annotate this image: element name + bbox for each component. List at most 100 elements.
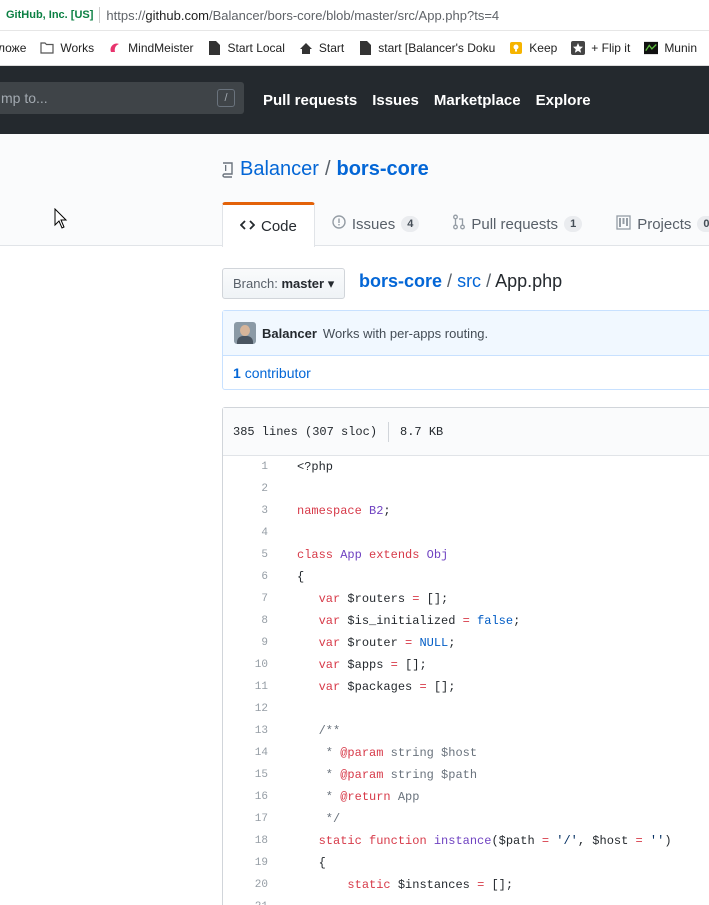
code-line: 4	[223, 522, 709, 544]
nav-marketplace[interactable]: Marketplace	[434, 92, 521, 109]
code-line: 18 static function instance($path = '/',…	[223, 830, 709, 852]
pull-requests-count: 1	[564, 216, 583, 232]
nav-explore[interactable]: Explore	[536, 92, 591, 109]
code-line: 7 var $routers = [];	[223, 588, 709, 610]
bookmark-item[interactable]: Start	[299, 41, 344, 55]
address-bar[interactable]: GitHub, Inc. [US] https://github.com/Bal…	[0, 0, 709, 31]
code-line: 14 * @param string $host	[223, 742, 709, 764]
caret-down-icon: ▾	[327, 276, 335, 291]
url-text[interactable]: https://github.com/Balancer/bors-core/bl…	[106, 8, 499, 23]
code-line: 21	[223, 896, 709, 905]
bookmark-label: Keep	[529, 41, 558, 55]
line-number[interactable]: 18	[223, 835, 268, 847]
munin-icon	[644, 41, 659, 55]
code-line: 13 /**	[223, 720, 709, 742]
branch-name: master	[281, 276, 325, 291]
code-listing[interactable]: 1 <?php 2 3 namespace B2; 4 5 class App ext…	[223, 456, 709, 905]
nav-pull-requests[interactable]: Pull requests	[263, 92, 357, 109]
line-number[interactable]: 10	[223, 659, 268, 671]
bookmark-item[interactable]: start [Balancer's Doku	[358, 41, 495, 55]
line-number[interactable]: 9	[223, 637, 268, 649]
avatar[interactable]	[234, 322, 256, 344]
line-number[interactable]: 4	[223, 527, 268, 539]
code-line: 8 var $is_initialized = false;	[223, 610, 709, 632]
line-number[interactable]: 12	[223, 703, 268, 715]
code-line: 9 var $router = NULL;	[223, 632, 709, 654]
tab-pull-requests[interactable]: Pull requests 1	[436, 202, 599, 246]
line-number[interactable]: 21	[223, 901, 268, 905]
bookmark-item[interactable]: Works	[40, 41, 94, 55]
repo-header: Balancer / bors-core Code Issues 4 Pull …	[0, 134, 709, 247]
commit-author-link[interactable]: Balancer	[262, 326, 317, 341]
code-text: {	[297, 570, 305, 584]
code-text: static $instances = [];	[347, 878, 514, 892]
line-number[interactable]: 8	[223, 615, 268, 627]
star-icon	[571, 41, 586, 55]
breadcrumb-separator: /	[447, 271, 458, 291]
line-number[interactable]: 19	[223, 857, 268, 869]
bookmark-item[interactable]: Keep	[509, 41, 557, 55]
commit-tease: Balancer Works with per-apps routing. 1 …	[222, 310, 709, 390]
bookmark-item[interactable]: ложе	[0, 41, 26, 55]
line-number[interactable]: 15	[223, 769, 268, 781]
tab-label: Issues	[351, 215, 396, 233]
tab-projects[interactable]: Projects 0	[599, 202, 709, 246]
contributors-label: contributor	[244, 365, 311, 381]
mindmeister-icon	[108, 41, 122, 55]
code-text: namespace B2;	[297, 504, 391, 518]
commit-summary: Balancer Works with per-apps routing.	[223, 311, 709, 356]
line-number[interactable]: 5	[223, 549, 268, 561]
page-icon	[358, 41, 372, 55]
bookmark-label: start [Balancer's Doku	[378, 41, 496, 55]
repo-separator: /	[324, 158, 331, 180]
line-number[interactable]: 13	[223, 725, 268, 737]
search-input[interactable]: mp to... /	[0, 82, 244, 114]
project-icon	[616, 214, 631, 234]
code-text: * @return App	[297, 790, 420, 804]
line-number[interactable]: 11	[223, 681, 268, 693]
code-text: {	[297, 856, 326, 870]
line-number[interactable]: 16	[223, 791, 268, 803]
code-line: 2	[223, 478, 709, 500]
folder-icon	[40, 41, 54, 55]
line-number[interactable]: 7	[223, 593, 268, 605]
bookmark-item[interactable]: Start Local	[208, 41, 285, 55]
file-size: 8.7 KB	[400, 424, 444, 439]
commit-message-link[interactable]: Works with per-apps routing.	[323, 326, 488, 341]
line-number[interactable]: 20	[223, 879, 268, 891]
repo-name-link[interactable]: bors-core	[337, 158, 429, 181]
line-number[interactable]: 14	[223, 747, 268, 759]
bookmark-item[interactable]: + Flip it	[571, 41, 630, 55]
code-line: 10 var $apps = [];	[223, 654, 709, 676]
bookmark-item[interactable]: Munin	[644, 41, 697, 55]
tab-code[interactable]: Code	[222, 202, 315, 247]
breadcrumb-folder-link[interactable]: src	[457, 271, 481, 291]
repo-tabs: Code Issues 4 Pull requests 1 Projects 0	[222, 202, 709, 247]
bookmark-item[interactable]: MindMeister	[108, 41, 194, 55]
code-text: var $routers = [];	[318, 592, 449, 606]
pull-request-icon	[453, 214, 466, 234]
breadcrumb-root-link[interactable]: bors-core	[359, 271, 442, 291]
line-number[interactable]: 6	[223, 571, 268, 583]
line-number[interactable]: 17	[223, 813, 268, 825]
line-number[interactable]: 1	[223, 461, 268, 473]
code-text: * @param string $path	[297, 768, 478, 782]
tab-label: Code	[261, 217, 297, 235]
code-line: 12	[223, 698, 709, 720]
code-text: static function instance($path = '/', $h…	[318, 834, 672, 848]
line-number[interactable]: 2	[223, 483, 268, 495]
code-text: var $packages = [];	[318, 680, 456, 694]
tab-issues[interactable]: Issues 4	[315, 202, 436, 246]
site-identity[interactable]: GitHub, Inc. [US]	[0, 9, 93, 21]
file-lines-info: 385 lines (307 sloc)	[233, 424, 378, 439]
code-line: 15 * @param string $path	[223, 764, 709, 786]
file-header: 385 lines (307 sloc) 8.7 KB	[223, 408, 709, 456]
line-number[interactable]: 3	[223, 505, 268, 517]
repo-icon	[222, 161, 234, 178]
code-line: 19 {	[223, 852, 709, 874]
bookmark-label: ложе	[0, 41, 27, 55]
nav-issues[interactable]: Issues	[372, 92, 419, 109]
repo-owner-link[interactable]: Balancer	[240, 158, 319, 181]
branch-select-button[interactable]: Branch: master ▾	[222, 268, 346, 299]
contributors-link[interactable]: 1 contributor	[223, 356, 709, 390]
